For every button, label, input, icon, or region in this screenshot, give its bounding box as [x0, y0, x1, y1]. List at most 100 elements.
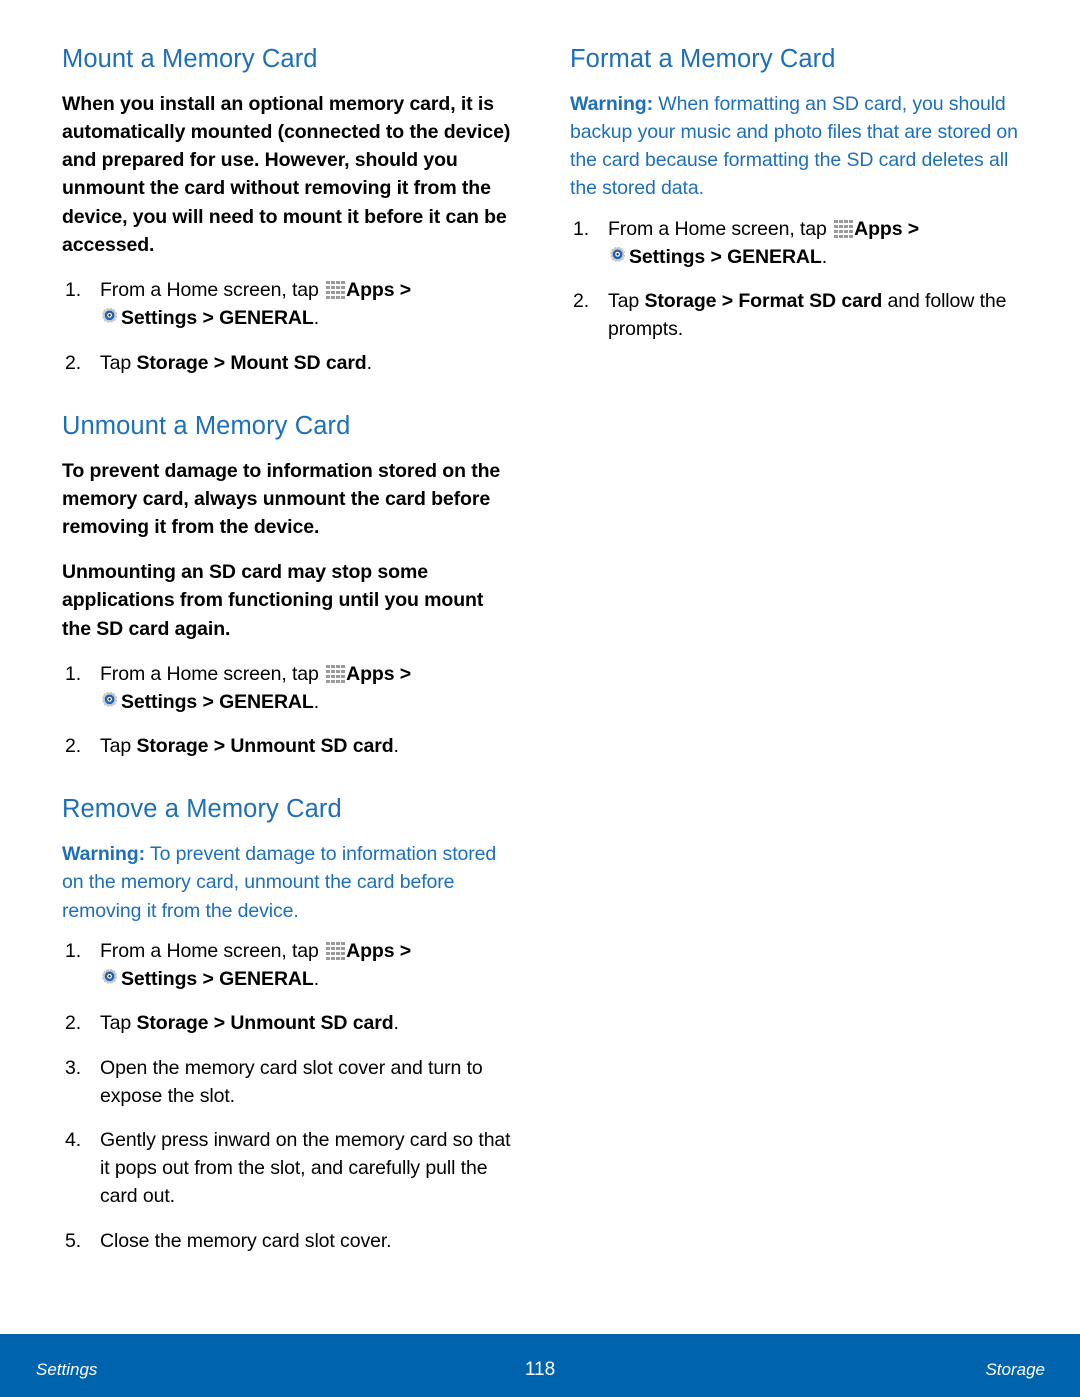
apps-label: Apps [346, 939, 395, 962]
step-lead: Tap [100, 735, 132, 758]
step-text-pre: From a Home screen, tap [100, 662, 319, 685]
step-item: 1. From a Home screen, tap Apps > Settin… [62, 276, 512, 332]
step-item: 1. From a Home screen, tap Apps > Settin… [62, 660, 512, 716]
section-format-a-memory-card: Format a Memory Card Warning: When forma… [570, 44, 1020, 344]
step-lead: Tap [100, 1012, 132, 1035]
paragraph-unmount-2: Unmounting an SD card may stop some appl… [62, 561, 484, 640]
separator-gt-1: > [399, 662, 412, 685]
right-column: Format a Memory Card Warning: When forma… [570, 44, 1020, 1320]
settings-label: Settings [121, 691, 198, 713]
step-period: . [393, 1012, 399, 1035]
step-period: . [313, 307, 320, 330]
separator-gt-2: > [202, 968, 214, 991]
section-mount-a-memory-card: Mount a Memory Card When you install an … [62, 44, 512, 377]
step-text-pre: From a Home screen, tap [100, 939, 319, 962]
manual-page: Mount a Memory Card When you install an … [0, 0, 1080, 1397]
step-period: . [821, 245, 828, 268]
settings-label: Settings [121, 968, 198, 991]
section-remove-a-memory-card: Remove a Memory Card Warning: To prevent… [62, 794, 512, 1254]
heading-mount-a-memory-card: Mount a Memory Card [62, 45, 318, 73]
general-label: GENERAL [219, 307, 314, 330]
general-label: GENERAL [219, 691, 314, 713]
apps-icon [326, 664, 345, 684]
step-item: 1. From a Home screen, tap Apps > Settin… [570, 215, 1020, 271]
settings-gear-icon [608, 246, 629, 267]
separator-gt-2: > [202, 691, 214, 713]
general-label: GENERAL [727, 245, 822, 268]
step-number: 2. [573, 290, 590, 313]
step-number: 1. [65, 279, 82, 302]
apps-label: Apps [346, 662, 395, 685]
step-text: Close the memory card slot cover. [100, 1229, 392, 1252]
step-number: 2. [65, 1012, 82, 1035]
storage-label: Storage [136, 735, 209, 758]
step-item: 2. Tap Storage > Mount SD card. [62, 349, 512, 377]
settings-gear-icon [100, 968, 121, 989]
warning-label: Warning: [570, 92, 653, 115]
step-period: . [313, 691, 320, 713]
separator-gt: > [213, 351, 225, 374]
step-item: 2. Tap Storage > Unmount SD card. [62, 1009, 512, 1037]
step-text-pre: From a Home screen, tap [100, 279, 319, 302]
settings-label: Settings [121, 307, 198, 330]
apps-icon [326, 281, 345, 300]
apps-icon [834, 219, 853, 239]
step-number: 1. [65, 939, 82, 962]
settings-gear-icon [100, 691, 121, 712]
step-item: 4. Gently press inward on the memory car… [62, 1126, 512, 1211]
step-item: 1. From a Home screen, tap Apps > Settin… [62, 937, 512, 993]
footer-topic-label: Storage [985, 1360, 1045, 1379]
section-unmount-a-memory-card: Unmount a Memory Card To prevent damage … [62, 411, 512, 761]
warning-label: Warning: [62, 843, 145, 866]
heading-format-a-memory-card: Format a Memory Card [570, 45, 836, 73]
mount-sd-card-label: Mount SD card [230, 351, 367, 374]
settings-gear-icon [100, 307, 121, 328]
step-number: 1. [65, 662, 82, 685]
warning-format: Warning: When formatting an SD card, you… [570, 90, 1020, 203]
step-item: 2. Tap Storage > Format SD card and foll… [570, 287, 1020, 343]
paragraph-unmount-1: To prevent damage to information stored … [62, 459, 501, 538]
general-label: GENERAL [219, 968, 314, 991]
step-number: 1. [573, 217, 590, 240]
step-period: . [366, 351, 372, 374]
step-number: 2. [65, 735, 82, 758]
storage-label: Storage [136, 351, 209, 374]
storage-label: Storage [644, 290, 717, 313]
unmount-sd-card-label: Unmount SD card [230, 735, 394, 758]
two-column-layout: Mount a Memory Card When you install an … [0, 0, 1080, 1320]
step-text: Open the memory card slot cover and turn… [100, 1056, 483, 1107]
separator-gt: > [213, 1012, 225, 1035]
step-item: 2. Tap Storage > Unmount SD card. [62, 732, 512, 760]
unmount-sd-card-label: Unmount SD card [230, 1012, 394, 1035]
separator-gt-1: > [399, 939, 412, 962]
page-footer: Settings 118 Storage [0, 1334, 1080, 1397]
separator-gt-2: > [710, 245, 722, 268]
step-number: 5. [65, 1229, 82, 1252]
step-item: 3. Open the memory card slot cover and t… [62, 1054, 512, 1110]
step-period: . [393, 735, 399, 758]
step-lead: Tap [100, 351, 132, 374]
step-text: Gently press inward on the memory card s… [100, 1128, 511, 1208]
step-number: 4. [65, 1128, 82, 1151]
step-lead: Tap [608, 290, 640, 313]
step-text-pre: From a Home screen, tap [608, 217, 827, 240]
storage-label: Storage [136, 1012, 209, 1035]
heading-remove-a-memory-card: Remove a Memory Card [62, 795, 342, 824]
step-number: 3. [65, 1056, 82, 1079]
steps-mount: 1. From a Home screen, tap Apps > Settin… [62, 276, 512, 377]
separator-gt-2: > [202, 307, 214, 330]
step-number: 2. [65, 351, 82, 374]
settings-label: Settings [629, 245, 706, 268]
warning-remove: Warning: To prevent damage to informatio… [62, 840, 512, 925]
step-item: 5. Close the memory card slot cover. [62, 1227, 512, 1255]
step-period: . [313, 968, 320, 991]
steps-remove: 1. From a Home screen, tap Apps > Settin… [62, 937, 512, 1255]
steps-format: 1. From a Home screen, tap Apps > Settin… [570, 215, 1020, 344]
steps-unmount: 1. From a Home screen, tap Apps > Settin… [62, 660, 512, 761]
apps-label: Apps [346, 279, 395, 302]
separator-gt-1: > [907, 217, 920, 240]
left-column: Mount a Memory Card When you install an … [62, 44, 512, 1320]
format-sd-card-label: Format SD card [738, 290, 883, 313]
separator-gt-1: > [399, 279, 412, 302]
separator-gt: > [213, 735, 225, 758]
